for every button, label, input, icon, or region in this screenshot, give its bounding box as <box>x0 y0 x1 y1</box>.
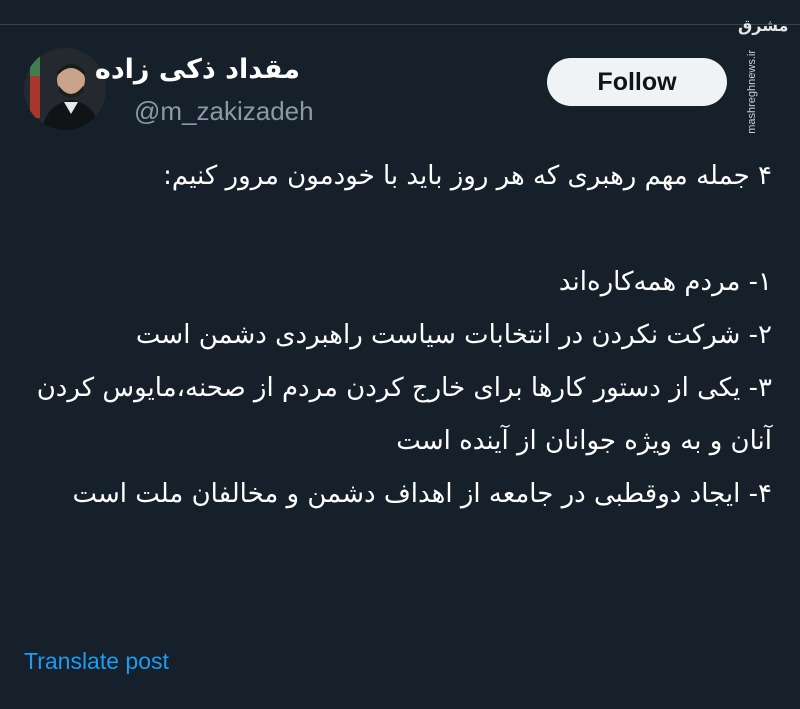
tweet-line: ۴ جمله مهم رهبری که هر روز باید با خودمو… <box>163 161 772 191</box>
tweet-line: ۴- ایجاد دوقطبی در جامعه از اهداف دشمن و… <box>72 479 772 509</box>
tweet-blank-line <box>30 203 772 256</box>
translate-post-link[interactable]: Translate post <box>24 648 169 675</box>
display-name[interactable]: مقداد ذکی زاده <box>95 54 300 85</box>
watermark-url: mashreghnews.ir <box>746 50 758 134</box>
tweet-header: مقداد ذکی زاده @m_zakizadeh Follow <box>24 46 730 136</box>
avatar[interactable] <box>24 48 106 130</box>
tweet-line: ۱- مردم همه‌کاره‌اند <box>558 267 772 297</box>
tweet-text: ۴ جمله مهم رهبری که هر روز باید با خودمو… <box>30 150 772 521</box>
profile-photo <box>24 48 106 130</box>
tweet-line: ۲- شرکت نکردن در انتخابات سیاست راهبردی … <box>135 320 772 350</box>
user-handle[interactable]: @m_zakizadeh <box>134 96 314 127</box>
top-bar <box>0 0 800 25</box>
follow-button[interactable]: Follow <box>547 58 727 106</box>
watermark: مشرق mashreghnews.ir <box>738 10 789 134</box>
tweet-line: ۳- یکی از دستور کارها برای خارج کردن مرد… <box>36 373 772 456</box>
watermark-logo: مشرق <box>738 16 789 35</box>
